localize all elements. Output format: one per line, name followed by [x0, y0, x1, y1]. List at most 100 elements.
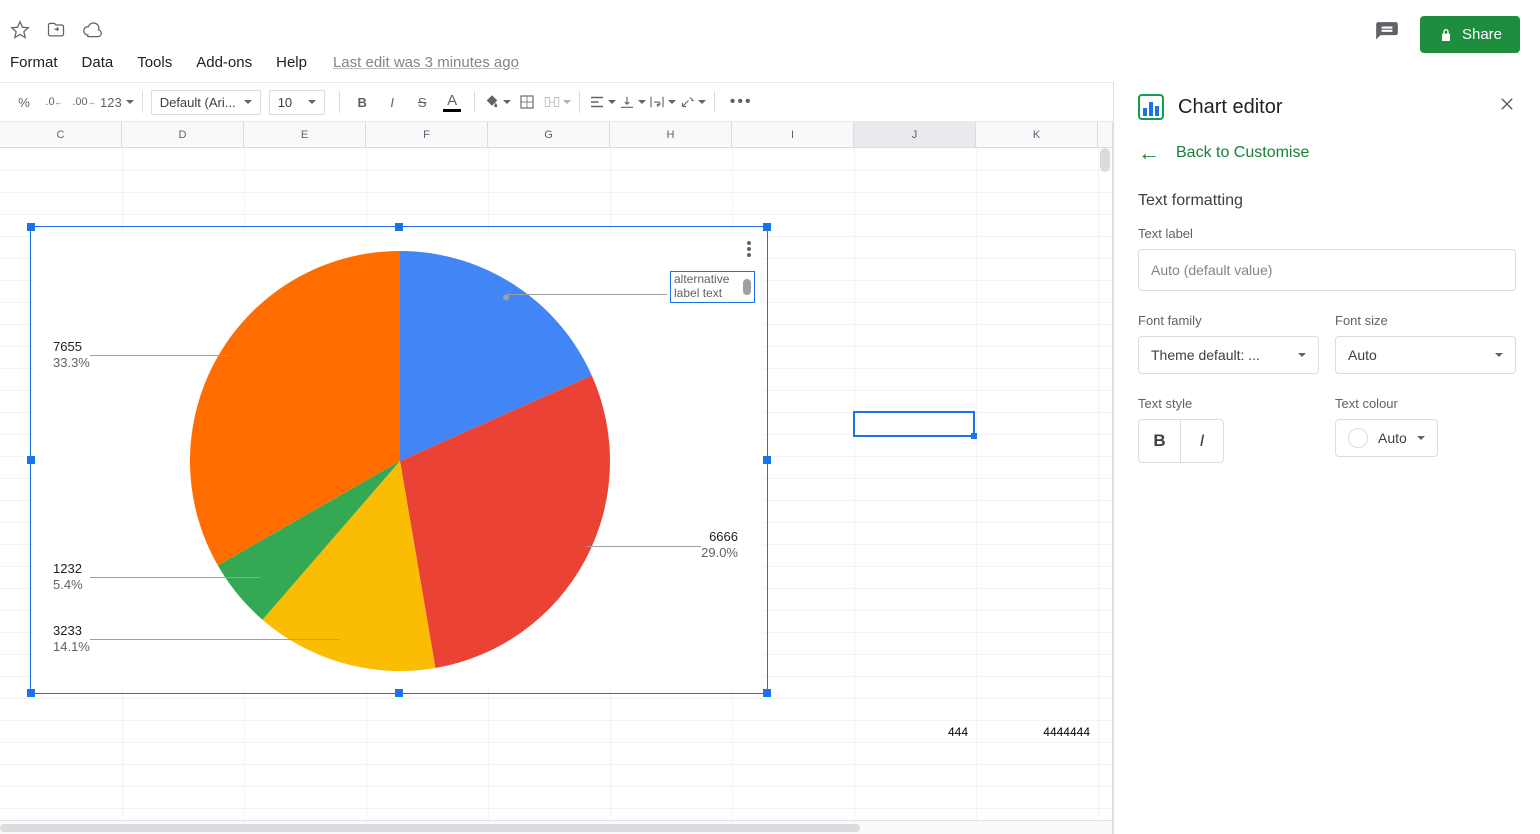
back-to-customise-button[interactable]: ← Back to Customise: [1138, 140, 1516, 166]
slice-label-7655[interactable]: 7655 33.3%: [53, 339, 90, 370]
text-color-button[interactable]: A: [438, 88, 466, 116]
resize-handle-w[interactable]: [27, 456, 35, 464]
borders-icon: [518, 93, 536, 111]
column-header-D[interactable]: D: [122, 122, 244, 147]
more-formats-dropdown[interactable]: 123: [100, 88, 134, 116]
column-header-K[interactable]: K: [976, 122, 1098, 147]
menubar: Format Data Tools Add-ons Help Last edit…: [0, 50, 519, 75]
share-button[interactable]: Share: [1420, 16, 1520, 53]
move-to-folder-icon[interactable]: [46, 20, 66, 43]
valign-icon: [618, 93, 636, 111]
chart-editor-sidebar: Chart editor ← Back to Customise Text fo…: [1113, 82, 1540, 834]
slice-label-3233[interactable]: 3233 14.1%: [53, 623, 90, 654]
menu-tools[interactable]: Tools: [127, 50, 182, 75]
menu-data[interactable]: Data: [72, 50, 124, 75]
resize-handle-sw[interactable]: [27, 689, 35, 697]
column-header-H[interactable]: H: [610, 122, 732, 147]
font-family-dropdown[interactable]: Default (Ari...: [151, 90, 261, 115]
font-size-label: Font size: [1335, 313, 1516, 328]
pie-chart-svg: [35, 231, 765, 691]
chevron-down-icon: [1495, 353, 1503, 357]
bold-button[interactable]: B: [348, 88, 376, 116]
text-wrap-dropdown[interactable]: [648, 88, 676, 116]
rotate-icon: [678, 93, 696, 111]
vertical-align-dropdown[interactable]: [618, 88, 646, 116]
cell-value-J[interactable]: 444: [854, 722, 972, 742]
resize-handle-nw[interactable]: [27, 223, 35, 231]
section-title-text-formatting: Text formatting: [1138, 192, 1516, 210]
color-swatch-icon: [1348, 428, 1368, 448]
horizontal-align-dropdown[interactable]: [588, 88, 616, 116]
horizontal-scrollbar[interactable]: [0, 820, 1112, 834]
slice-label-editor[interactable]: alternative label text: [670, 271, 755, 303]
lock-icon: [1438, 27, 1454, 43]
borders-button[interactable]: [513, 88, 541, 116]
slice-label-6666[interactable]: 6666 29.0%: [701, 529, 738, 560]
column-header-G[interactable]: G: [488, 122, 610, 147]
chart-object[interactable]: alternative label text 6666 29.0% 3233 1…: [30, 226, 768, 694]
leader-line: [90, 355, 228, 356]
cell-value-K[interactable]: 4444444: [976, 722, 1094, 742]
italic-toggle[interactable]: I: [1181, 420, 1223, 462]
font-size-dropdown[interactable]: 10: [269, 90, 325, 115]
fill-color-button[interactable]: [483, 88, 511, 116]
resize-handle-n[interactable]: [395, 223, 403, 231]
font-size-dropdown-sidebar[interactable]: Auto: [1335, 336, 1516, 374]
horizontal-scrollbar-thumb[interactable]: [0, 824, 860, 832]
leader-line: [586, 546, 701, 547]
spreadsheet-grid[interactable]: CDEFGHIJK 4444444444 alternative label t…: [0, 122, 1113, 834]
merge-icon: [543, 93, 561, 111]
increase-decimal-button[interactable]: .00→: [70, 88, 98, 116]
text-colour-dropdown[interactable]: Auto: [1335, 419, 1438, 457]
column-header-F[interactable]: F: [366, 122, 488, 147]
cloud-status-icon[interactable]: [82, 20, 102, 43]
ellipsis-icon: •••: [730, 93, 753, 111]
column-header-E[interactable]: E: [244, 122, 366, 147]
comments-button[interactable]: [1374, 20, 1400, 49]
titlebar-area: [10, 20, 102, 43]
leader-line: [90, 577, 260, 578]
text-rotation-dropdown[interactable]: [678, 88, 706, 116]
font-family-dropdown-sidebar[interactable]: Theme default: ...: [1138, 336, 1319, 374]
leader-line: [90, 639, 340, 640]
active-cell[interactable]: [853, 411, 975, 437]
text-label-field-label: Text label: [1138, 226, 1516, 241]
bold-toggle[interactable]: B: [1139, 420, 1181, 462]
merge-cells-button[interactable]: [543, 88, 571, 116]
chevron-down-icon: [1417, 436, 1425, 440]
resize-handle-ne[interactable]: [763, 223, 771, 231]
align-icon: [588, 93, 606, 111]
chart-menu-button[interactable]: [747, 239, 751, 259]
column-header-I[interactable]: I: [732, 122, 854, 147]
share-label: Share: [1462, 26, 1502, 43]
italic-button[interactable]: I: [378, 88, 406, 116]
slice-label-1232[interactable]: 1232 5.4%: [53, 561, 83, 592]
last-edit-status[interactable]: Last edit was 3 minutes ago: [333, 54, 519, 71]
header-actions: Share: [1374, 16, 1520, 53]
text-colour-label: Text colour: [1335, 396, 1516, 411]
chart-editor-icon: [1138, 94, 1164, 120]
text-label-input[interactable]: [1138, 249, 1516, 291]
sidebar-title: Chart editor: [1178, 96, 1283, 119]
chart-canvas[interactable]: alternative label text 6666 29.0% 3233 1…: [35, 231, 763, 689]
column-header-C[interactable]: C: [0, 122, 122, 147]
menu-format[interactable]: Format: [0, 50, 68, 75]
column-header-J[interactable]: J: [854, 122, 976, 147]
menu-addons[interactable]: Add-ons: [186, 50, 262, 75]
font-family-label: Font family: [1138, 313, 1319, 328]
text-style-label: Text style: [1138, 396, 1319, 411]
text-style-group: B I: [1138, 419, 1224, 463]
text-cursor-anchor-icon[interactable]: [743, 279, 751, 295]
chevron-down-icon: [1298, 353, 1306, 357]
close-sidebar-button[interactable]: [1498, 95, 1516, 119]
strikethrough-button[interactable]: S: [408, 88, 436, 116]
decrease-decimal-button[interactable]: .0←: [40, 88, 68, 116]
vertical-scrollbar-thumb[interactable]: [1100, 148, 1110, 172]
column-headers: CDEFGHIJK: [0, 122, 1112, 148]
toolbar-more-button[interactable]: •••: [727, 88, 755, 116]
menu-help[interactable]: Help: [266, 50, 317, 75]
format-percent-button[interactable]: %: [10, 88, 38, 116]
arrow-left-icon: ←: [1138, 140, 1160, 166]
leader-line: [507, 294, 667, 295]
star-icon[interactable]: [10, 20, 30, 43]
